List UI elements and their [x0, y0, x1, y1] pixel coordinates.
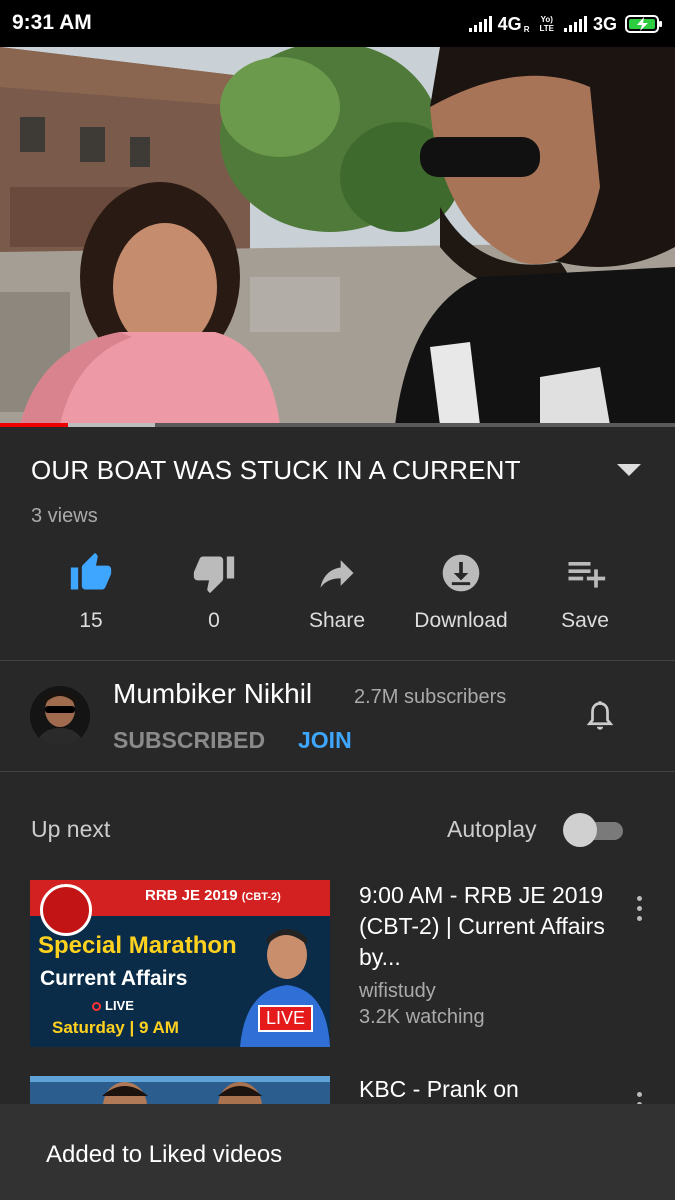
video-player[interactable] [0, 47, 675, 425]
more-options-icon[interactable] [637, 896, 643, 926]
share-icon [320, 560, 354, 588]
thumbnail-tag: RRB JE 2019 (CBT-2) [145, 887, 281, 904]
video-thumbnail[interactable]: RRB JE 2019 (CBT-2) Special Marathon Cur… [30, 880, 330, 1047]
divider [0, 660, 675, 661]
share-label: Share [308, 609, 366, 632]
video-meta: 3.2K watching [359, 1006, 485, 1028]
subscribed-button[interactable]: SUBSCRIBED [113, 727, 265, 754]
expand-description-icon[interactable] [617, 464, 641, 476]
video-frame [0, 47, 675, 425]
signal-icon [468, 16, 492, 32]
live-badge: LIVE [258, 1005, 314, 1032]
thumbs-up-icon [70, 552, 112, 590]
battery-charging-icon [625, 15, 662, 33]
thumbs-down-icon [193, 556, 235, 594]
video-title[interactable]: OUR BOAT WAS STUCK IN A CURRENT [31, 455, 521, 486]
download-icon [442, 554, 480, 592]
download-label: Download [414, 609, 508, 632]
signal-icon-2 [563, 16, 587, 32]
status-indicators: 4G R Yo) LTE 3G [468, 11, 663, 37]
video-title[interactable]: KBC - Prank on [359, 1076, 519, 1103]
thumbnail-schedule: Saturday | 9 AM [52, 1018, 179, 1037]
share-button[interactable]: Share [275, 551, 399, 633]
snackbar: Added to Liked videos [0, 1104, 675, 1200]
thumbnail-live-indicator: LIVE [92, 998, 134, 1013]
subscriber-count: 2.7M subscribers [354, 686, 507, 708]
view-count: 3 views [31, 505, 98, 527]
save-button[interactable]: Save [523, 551, 647, 633]
thumbnail-heading: Special Marathon [38, 932, 237, 959]
avatar-image [30, 686, 90, 746]
action-bar: 15 0 Share Download Save [29, 551, 649, 641]
network-roaming: R [523, 24, 530, 34]
network-type-1: 4G [497, 13, 522, 34]
video-channel: wifistudy [359, 980, 436, 1002]
join-button[interactable]: JOIN [298, 727, 352, 754]
up-next-label: Up next [31, 816, 111, 842]
divider [0, 771, 675, 772]
like-count: 15 [79, 609, 103, 632]
like-button[interactable]: 15 [29, 551, 153, 633]
network-type-2: 3G [592, 13, 617, 34]
snackbar-text: Added to Liked videos [46, 1141, 283, 1168]
status-bar: 9:31 AM 4G R Yo) LTE 3G [0, 0, 675, 47]
video-title[interactable]: 9:00 AM - RRB JE 2019 (CBT-2) | Current … [359, 880, 609, 973]
notification-bell-icon[interactable] [582, 697, 618, 737]
video-progress-bar[interactable] [0, 423, 675, 427]
channel-name[interactable]: Mumbiker Nikhil [113, 678, 312, 710]
thumbnail-subheading: Current Affairs [40, 967, 188, 990]
toggle-knob [563, 813, 597, 847]
status-time: 9:31 AM [12, 11, 92, 34]
channel-avatar[interactable] [30, 686, 90, 746]
dislike-button[interactable]: 0 [152, 551, 276, 633]
dislike-count: 0 [208, 609, 220, 632]
playlist-add-icon [568, 562, 606, 588]
autoplay-label: Autoplay [447, 816, 537, 842]
autoplay-toggle[interactable] [563, 813, 625, 847]
download-button[interactable]: Download [399, 551, 523, 633]
save-label: Save [561, 609, 609, 632]
railway-logo [40, 884, 92, 936]
volte-icon: Yo) LTE [539, 15, 554, 33]
progress-played [0, 423, 68, 427]
progress-buffered [67, 423, 156, 427]
